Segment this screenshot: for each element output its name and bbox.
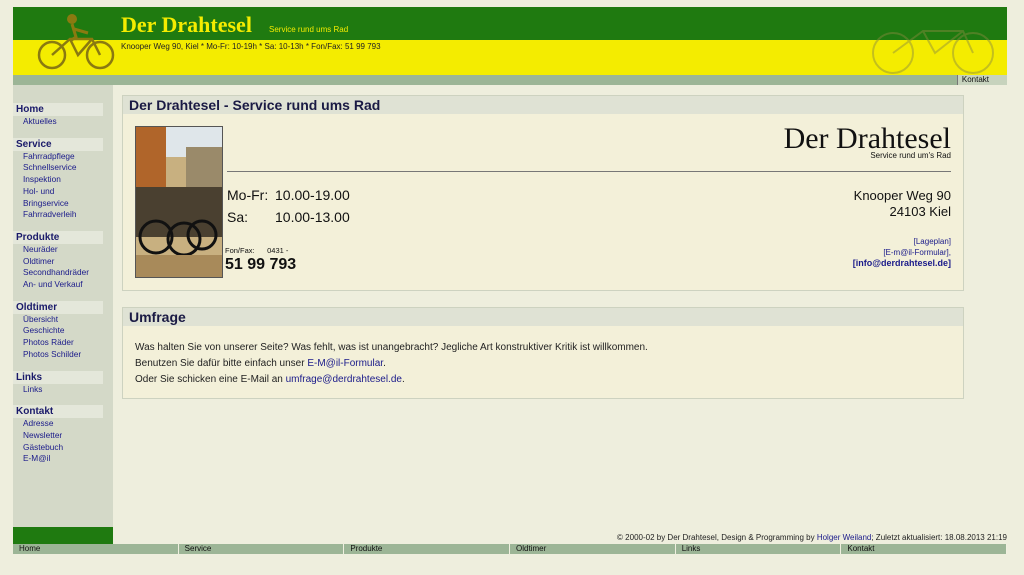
site-tagline: Service rund ums Rad <box>269 25 349 34</box>
bottom-nav-kontakt[interactable]: Kontakt <box>841 544 1008 554</box>
site-header: Der Drahtesel Service rund ums Rad Knoop… <box>13 7 1007 75</box>
copyright-notice: © 2000-02 by Der Drahtesel, Design & Pro… <box>617 533 1007 542</box>
bottom-nav-oldtimer[interactable]: Oldtimer <box>510 544 676 554</box>
hours-time: 10.00-19.00 <box>275 187 350 203</box>
nav-group-links: Links Links <box>13 370 113 396</box>
sidebar-item-photos-raeder[interactable]: Photos Räder <box>13 337 113 349</box>
survey-line-2-text: Benutzen Sie dafür bitte einfach unser <box>135 358 308 369</box>
sidebar-item-adresse[interactable]: Adresse <box>13 418 113 430</box>
sidebar-item-links[interactable]: Links <box>13 384 113 396</box>
divider <box>227 171 951 172</box>
sidebar-item-fahrradverleih[interactable]: Fahrradverleih <box>13 209 113 221</box>
fon-fax-number: 51 99 793 <box>225 256 297 273</box>
nav-head-links[interactable]: Links <box>13 370 103 384</box>
author-link[interactable]: Holger Weiland <box>817 533 872 542</box>
sidebar-item-hol-und[interactable]: Hol- und <box>13 186 113 198</box>
contact-links: [Lageplan] [E-m@il-Formular], [info@derd… <box>853 236 951 269</box>
opening-hours: Mo-Fr: 10.00-19.00 Sa: 10.00-13.00 <box>227 184 350 228</box>
nav-group-kontakt: Kontakt Adresse Newsletter Gästebuch E-M… <box>13 405 113 465</box>
address-street: Knooper Weg 90 <box>853 188 951 203</box>
survey-line-2-end: . <box>383 358 386 369</box>
survey-box: Umfrage Was halten Sie von unserer Seite… <box>122 307 964 399</box>
hours-row: Mo-Fr: 10.00-19.00 <box>227 184 350 206</box>
sidebar-item-fahrradpflege[interactable]: Fahrradpflege <box>13 151 113 163</box>
info-box: Der Drahtesel - Service rund ums Rad Der… <box>122 95 964 291</box>
sidebar-item-newsletter[interactable]: Newsletter <box>13 430 113 442</box>
cyclist-logo-icon <box>37 14 115 70</box>
survey-line-2: Benutzen Sie dafür bitte einfach unser E… <box>135 356 951 372</box>
bottom-nav-links[interactable]: Links <box>676 544 842 554</box>
sidebar-item-oldtimer[interactable]: Oldtimer <box>13 256 113 268</box>
sidebar-item-an-und-verkauf[interactable]: An- und Verkauf <box>13 279 113 291</box>
sidebar-item-bringservice[interactable]: Bringservice <box>13 198 113 210</box>
survey-form-link[interactable]: E-M@il-Formular <box>307 358 383 369</box>
info-email-link[interactable]: [info@derdrahtesel.de] <box>853 258 951 268</box>
address-city: 24103 Kiel <box>889 204 951 219</box>
hours-day-label: Sa: <box>227 209 249 225</box>
info-box-heading: Der Drahtesel - Service rund ums Rad <box>123 96 963 114</box>
survey-email-link[interactable]: umfrage@derdrahtesel.de <box>286 374 402 385</box>
top-kontakt-link[interactable]: Kontakt <box>956 75 1007 85</box>
fon-fax-label: Fon/Fax: 0431 - <box>225 246 289 255</box>
nav-head-oldtimer[interactable]: Oldtimer <box>13 300 103 314</box>
nav-group-home: Home Aktuelles <box>13 103 113 128</box>
survey-line-1: Was halten Sie von unserer Seite? Was fe… <box>135 342 648 353</box>
survey-line-3-end: . <box>401 374 405 385</box>
nav-group-service: Service Fahrradpflege Schnellservice Ins… <box>13 137 113 221</box>
bottom-nav-bar: Home Service Produkte Oldtimer Links Kon… <box>13 544 1008 554</box>
nav-group-produkte: Produkte Neuräder Oldtimer Secondhandräd… <box>13 230 113 291</box>
hours-day-label: Mo-Fr: <box>227 187 269 203</box>
sidebar-nav: Home Aktuelles Service Fahrradpflege Sch… <box>13 85 113 527</box>
sidebar-item-email[interactable]: E-M@il <box>13 453 113 465</box>
hours-time: 10.00-13.00 <box>275 209 350 225</box>
last-updated-text: ; Zuletzt aktualisiert: 18.08.2013 21:19 <box>871 533 1007 542</box>
sidebar-footer-block <box>13 527 113 544</box>
store-subtitle: Service rund um's Rad <box>870 151 951 160</box>
bottom-nav-service[interactable]: Service <box>179 544 345 554</box>
nav-head-produkte[interactable]: Produkte <box>13 230 103 244</box>
sidebar-item-schnellservice[interactable]: Schnellservice <box>13 162 113 174</box>
header-contact-info: Knooper Weg 90, Kiel * Mo-Fr: 10-19h * S… <box>121 42 381 51</box>
sidebar-item-uebersicht[interactable]: Übersicht <box>13 314 113 326</box>
sidebar-item-aktuelles[interactable]: Aktuelles <box>13 116 113 128</box>
nav-group-oldtimer: Oldtimer Übersicht Geschichte Photos Räd… <box>13 300 113 361</box>
survey-text: Was halten Sie von unserer Seite? Was fe… <box>123 326 963 388</box>
nav-head-kontakt[interactable]: Kontakt <box>13 405 103 419</box>
sidebar-item-secondhandraeder[interactable]: Secondhandräder <box>13 267 113 279</box>
sidebar-item-inspektion[interactable]: Inspektion <box>13 174 113 186</box>
survey-line-3-text: Oder Sie schicken eine E-Mail an <box>135 374 286 385</box>
survey-line-3: Oder Sie schicken eine E-Mail an umfrage… <box>135 372 951 388</box>
hours-row: Sa: 10.00-13.00 <box>227 206 350 228</box>
top-nav-bar: Kontakt <box>13 75 1007 85</box>
survey-heading: Umfrage <box>123 308 963 326</box>
shop-photo <box>135 126 223 278</box>
bottom-nav-produkte[interactable]: Produkte <box>344 544 511 554</box>
sidebar-item-neuraeder[interactable]: Neuräder <box>13 244 113 256</box>
bottom-nav-home[interactable]: Home <box>13 544 179 554</box>
sidebar-item-gaestebuch[interactable]: Gästebuch <box>13 442 113 454</box>
lageplan-link[interactable]: [Lageplan] <box>914 237 951 246</box>
site-title: Der Drahtesel <box>121 12 252 37</box>
bicycle-decoration-icon <box>872 30 994 74</box>
email-form-link[interactable]: [E-m@il-Formular], <box>883 248 951 257</box>
sidebar-item-photos-schilder[interactable]: Photos Schilder <box>13 349 113 361</box>
copyright-text: © 2000-02 by Der Drahtesel, Design & Pro… <box>617 533 817 542</box>
nav-head-home[interactable]: Home <box>13 103 103 116</box>
sidebar-item-geschichte[interactable]: Geschichte <box>13 325 113 337</box>
nav-head-service[interactable]: Service <box>13 137 103 151</box>
address: Knooper Weg 90 24103 Kiel <box>854 188 951 220</box>
